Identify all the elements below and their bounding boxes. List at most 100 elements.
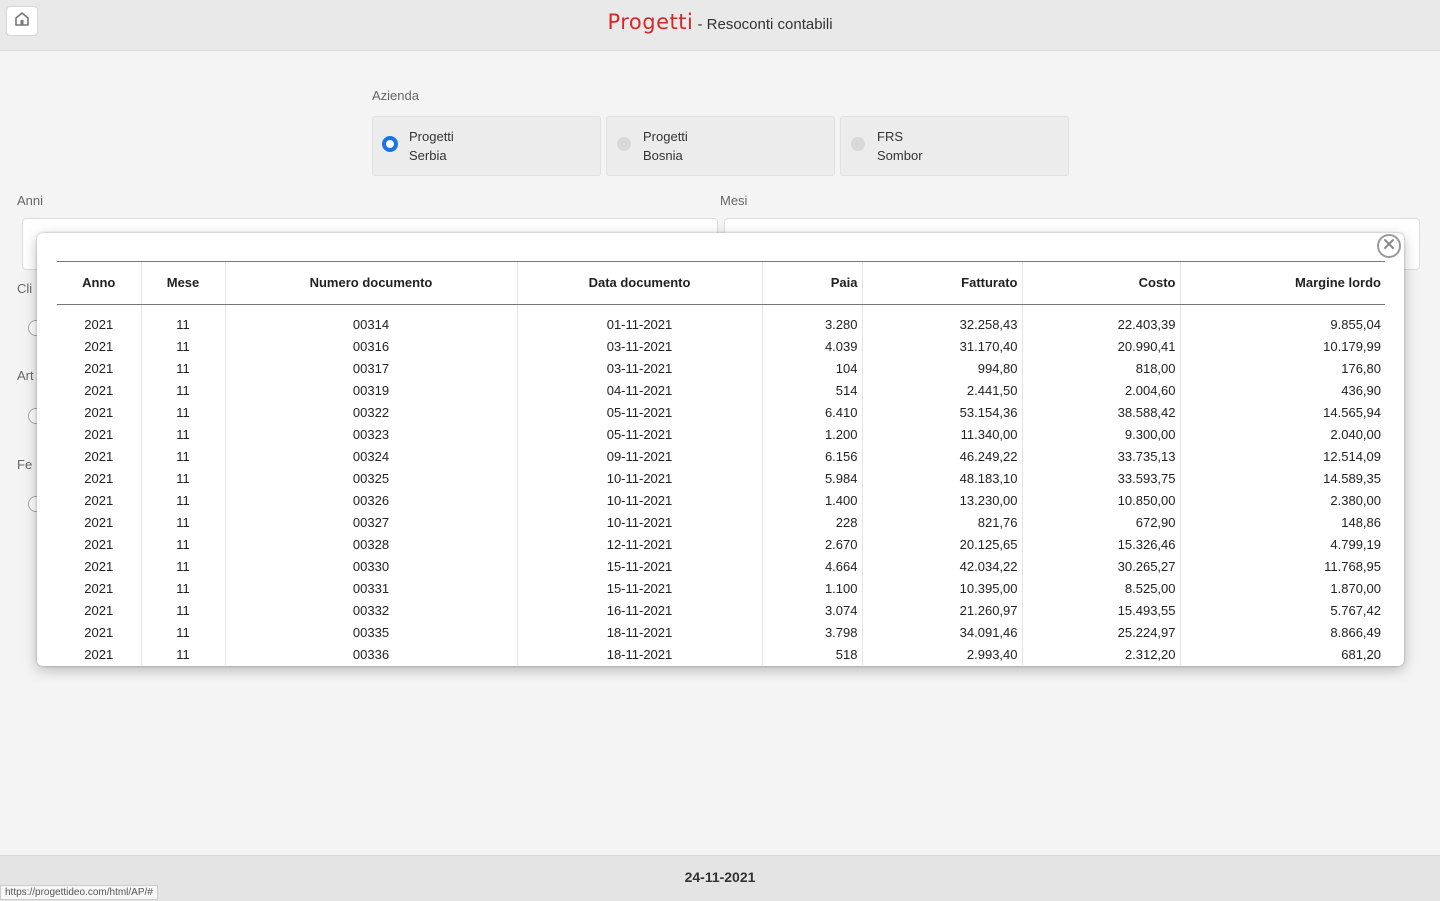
cli-label: Cli (17, 281, 33, 296)
cell-numero-documento: 00324 (224, 445, 517, 467)
cell-data-documento: 05-11-2021 (516, 401, 762, 423)
radio-label-line1: Progetti (643, 129, 688, 144)
cell-margine-lordo: 1.870,00 (1179, 577, 1385, 599)
cell-fatturato: 31.170,40 (861, 335, 1022, 357)
cell-paia: 4.664 (761, 555, 862, 577)
cell-paia: 6.156 (761, 445, 862, 467)
col-header-anno[interactable]: Anno (57, 261, 141, 303)
art-label: Art (17, 368, 34, 383)
radio-selected-icon[interactable] (382, 136, 398, 152)
table-row[interactable]: 2021 11 00330 15-11-2021 4.664 42.034,22 30.26… (57, 555, 1385, 577)
table-row[interactable]: 2021 11 00336 18-11-2021 518 2.993,40 2.312,20… (57, 643, 1385, 665)
cell-data-documento: 01-11-2021 (516, 303, 762, 335)
cell-margine-lordo: 5.767,42 (1179, 599, 1385, 621)
results-table-container[interactable]: Anno Mese Numero documento Data document… (57, 261, 1385, 665)
cell-anno: 2021 (84, 448, 114, 464)
cell-paia: 5.984 (761, 467, 862, 489)
cell-data-documento: 03-11-2021 (516, 335, 762, 357)
cell-data-documento: 18-11-2021 (516, 621, 762, 643)
col-header-data-documento[interactable]: Data documento (516, 261, 762, 303)
col-header-costo[interactable]: Costo (1021, 261, 1180, 303)
cell-paia: 1.200 (761, 423, 862, 445)
cell-margine-lordo: 2.380,00 (1179, 489, 1385, 511)
table-row[interactable]: 2021 11 00324 09-11-2021 6.156 46.249,22 33.73… (57, 445, 1385, 467)
cell-costo: 2.004,60 (1021, 379, 1180, 401)
cell-anno: 2021 (84, 338, 114, 354)
cell-anno: 2021 (84, 360, 114, 376)
radio-unselected-icon[interactable] (851, 137, 865, 151)
cell-costo: 20.990,41 (1021, 335, 1180, 357)
cell-mese: 11 (140, 423, 225, 445)
cell-paia: 4.039 (761, 335, 862, 357)
cell-costo: 10.850,00 (1021, 489, 1180, 511)
col-header-fatturato[interactable]: Fatturato (861, 261, 1022, 303)
cell-costo: 15.326,46 (1021, 533, 1180, 555)
cell-numero-documento: 00325 (224, 467, 517, 489)
anni-label: Anni (17, 193, 44, 208)
col-header-numero-documento[interactable]: Numero documento (224, 261, 517, 303)
cell-numero-documento: 00322 (224, 401, 517, 423)
table-row[interactable]: 2021 11 00335 18-11-2021 3.798 34.091,46 25.22… (57, 621, 1385, 643)
cell-numero-documento: 00317 (224, 357, 517, 379)
cell-fatturato: 821,76 (861, 511, 1022, 533)
cell-mese: 11 (140, 555, 225, 577)
cell-anno: 2021 (84, 492, 114, 508)
cell-costo: 8.525,00 (1021, 577, 1180, 599)
mesi-label: Mesi (720, 193, 748, 208)
cell-margine-lordo: 681,20 (1179, 643, 1385, 665)
cell-numero-documento: 00328 (224, 533, 517, 555)
col-header-margine-lordo[interactable]: Margine lordo (1179, 261, 1385, 303)
cell-anno: 2021 (84, 602, 114, 618)
cell-fatturato: 11.340,00 (861, 423, 1022, 445)
table-row[interactable]: 2021 11 00332 16-11-2021 3.074 21.260,97 15.49… (57, 599, 1385, 621)
azienda-option-sombor[interactable]: FRS Sombor (840, 116, 1069, 176)
radio-unselected-icon[interactable] (617, 137, 631, 151)
table-row[interactable]: 2021 11 00325 10-11-2021 5.984 48.183,10 33.59… (57, 467, 1385, 489)
table-row[interactable]: 2021 11 00327 10-11-2021 228 821,76 672,90 148,… (57, 511, 1385, 533)
cell-paia: 518 (761, 643, 862, 665)
cell-costo: 33.593,75 (1021, 467, 1180, 489)
cell-paia: 104 (761, 357, 862, 379)
cell-costo: 9.300,00 (1021, 423, 1180, 445)
cell-data-documento: 05-11-2021 (516, 423, 762, 445)
table-top-rule (57, 261, 1385, 262)
table-body: 2021 11 00314 01-11-2021 3.280 32.258,43 22.40… (57, 303, 1385, 665)
cell-data-documento: 16-11-2021 (516, 599, 762, 621)
cell-mese: 11 (140, 335, 225, 357)
azienda-option-serbia[interactable]: Progetti Serbia (372, 116, 601, 176)
cell-data-documento: 03-11-2021 (516, 357, 762, 379)
col-header-paia[interactable]: Paia (761, 261, 862, 303)
table-row[interactable]: 2021 11 00326 10-11-2021 1.400 13.230,00 10.85… (57, 489, 1385, 511)
table-row[interactable]: 2021 11 00323 05-11-2021 1.200 11.340,00 9.300… (57, 423, 1385, 445)
cell-costo: 818,00 (1021, 357, 1180, 379)
cell-fatturato: 2.441,50 (861, 379, 1022, 401)
table-row[interactable]: 2021 11 00319 04-11-2021 514 2.441,50 2.004,60… (57, 379, 1385, 401)
cell-fatturato: 994,80 (861, 357, 1022, 379)
table-row[interactable]: 2021 11 00317 03-11-2021 104 994,80 818,00 176,… (57, 357, 1385, 379)
cell-fatturato: 48.183,10 (861, 467, 1022, 489)
cell-fatturato: 10.395,00 (861, 577, 1022, 599)
footer-date: 24-11-2021 (684, 869, 756, 885)
cell-numero-documento: 00330 (224, 555, 517, 577)
cell-data-documento: 18-11-2021 (516, 643, 762, 665)
radio-label: FRS Sombor (877, 127, 997, 165)
cell-paia: 3.280 (761, 303, 862, 335)
table-row[interactable]: 2021 11 00328 12-11-2021 2.670 20.125,65 15.32… (57, 533, 1385, 555)
cell-costo: 38.588,42 (1021, 401, 1180, 423)
brand-logo: Progetti (607, 10, 694, 34)
cell-anno: 2021 (84, 514, 114, 530)
cell-mese: 11 (140, 401, 225, 423)
table-row[interactable]: 2021 11 00316 03-11-2021 4.039 31.170,40 20.99… (57, 335, 1385, 357)
cell-margine-lordo: 148,86 (1179, 511, 1385, 533)
cell-paia: 3.798 (761, 621, 862, 643)
cell-anno: 2021 (84, 558, 114, 574)
table-row[interactable]: 2021 11 00314 01-11-2021 3.280 32.258,43 22.40… (57, 303, 1385, 335)
table-row[interactable]: 2021 11 00322 05-11-2021 6.410 53.154,36 38.58… (57, 401, 1385, 423)
col-header-mese[interactable]: Mese (140, 261, 225, 303)
cell-paia: 3.074 (761, 599, 862, 621)
azienda-option-bosnia[interactable]: Progetti Bosnia (606, 116, 835, 176)
close-modal-button[interactable] (1377, 234, 1401, 258)
cell-data-documento: 04-11-2021 (516, 379, 762, 401)
cell-data-documento: 10-11-2021 (516, 511, 762, 533)
table-row[interactable]: 2021 11 00331 15-11-2021 1.100 10.395,00 8.525… (57, 577, 1385, 599)
